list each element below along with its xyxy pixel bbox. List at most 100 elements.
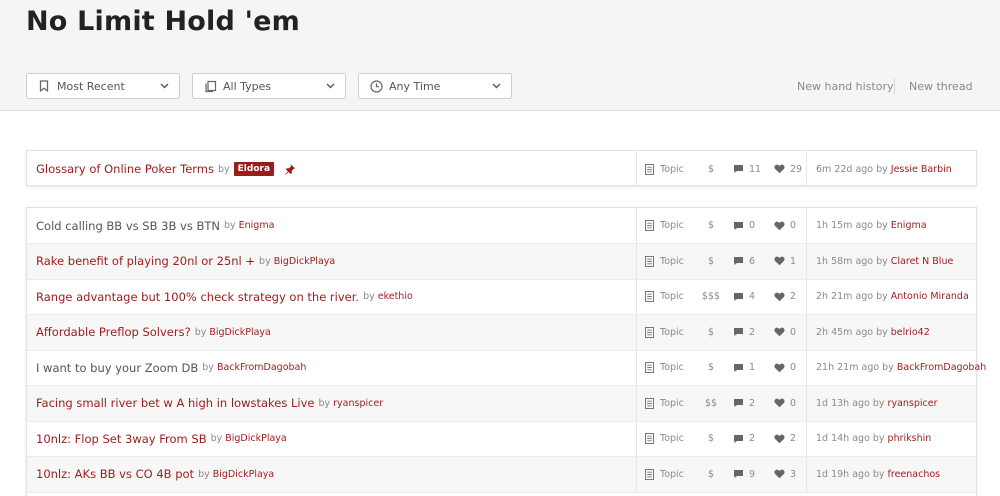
by-label: by (872, 468, 885, 480)
column-divider (806, 151, 807, 187)
type-dropdown[interactable]: All Types (192, 73, 346, 99)
column-divider (806, 457, 807, 492)
thread-title[interactable]: Glossary of Online Poker Terms (36, 162, 214, 176)
by-label: by (194, 326, 207, 338)
thread-author[interactable]: ekethio (378, 291, 413, 302)
last-poster[interactable]: belrio42 (891, 327, 930, 338)
thread-type: Topic (660, 326, 684, 338)
comment-icon (733, 327, 744, 337)
by-label: by (363, 291, 375, 303)
chevron-down-icon (325, 81, 335, 91)
thread-title[interactable]: Range advantage but 100% check strategy … (36, 290, 359, 304)
comment-icon (733, 398, 744, 408)
last-activity-time: 2h 45m ago (816, 326, 874, 338)
clock-icon (369, 79, 383, 93)
last-activity-time: 1d 19h ago (816, 468, 870, 480)
thread-price: $ (707, 433, 715, 445)
thread-price: $ (707, 362, 715, 374)
last-poster[interactable]: Enigma (891, 220, 927, 231)
reply-count: 9 (749, 468, 756, 480)
thread-type: Topic (660, 163, 684, 175)
type-dropdown-value: All Types (223, 79, 272, 93)
by-label: by (876, 220, 888, 231)
column-divider (806, 315, 807, 350)
pinned-thread-panel: Glossary of Online Poker Terms by Eldora… (26, 150, 977, 187)
thread-title[interactable]: Rake benefit of playing 20nl or 25nl + (36, 254, 255, 268)
by-label: by (872, 397, 885, 409)
last-poster[interactable]: BackFromDagobah (897, 362, 986, 373)
chevron-down-icon (491, 81, 501, 91)
column-divider (806, 421, 807, 456)
heart-icon (774, 256, 785, 266)
document-icon (645, 163, 654, 175)
thread-list: Cold calling BB vs SB 3B vs BTN by Enigm… (26, 207, 986, 496)
thread-title[interactable]: I want to buy your Zoom DB (36, 361, 198, 375)
column-divider (806, 208, 807, 243)
last-poster[interactable]: phrikshin (888, 433, 932, 444)
thread-author[interactable]: BigDickPlaya (213, 469, 275, 480)
last-activity-time: 2h 21m ago (816, 291, 874, 303)
thread-title[interactable]: Affordable Preflop Solvers? (36, 325, 191, 339)
thread-type: Topic (660, 468, 684, 480)
like-count: 2 (790, 291, 797, 303)
thread-title[interactable]: 10nlz: Flop Set 3way From SB (36, 432, 207, 446)
time-dropdown[interactable]: Any Time (358, 73, 512, 99)
document-icon (645, 291, 654, 303)
heart-icon (774, 327, 785, 337)
by-label: by (876, 163, 888, 175)
thread-row: Cold calling BB vs SB 3B vs BTN by Enigm… (27, 208, 976, 244)
document-icon (645, 220, 654, 231)
thread-row: 10nlz: AKs BB vs CO 4B pot by BigDickPla… (27, 457, 976, 493)
thread-author[interactable]: Enigma (239, 220, 275, 231)
sort-dropdown[interactable]: Most Recent (26, 73, 180, 99)
comment-icon (733, 256, 744, 266)
last-poster[interactable]: ryanspicer (888, 398, 938, 409)
thread-price: $ (707, 163, 715, 175)
by-label: by (872, 433, 885, 445)
like-count: 0 (790, 397, 797, 409)
reply-count: 2 (749, 397, 756, 409)
column-divider (636, 350, 637, 385)
by-label: by (218, 163, 230, 175)
thread-author[interactable]: BigDickPlaya (209, 327, 271, 338)
thread-price: $ (707, 255, 715, 267)
thread-title[interactable]: 10nlz: AKs BB vs CO 4B pot (36, 467, 194, 481)
pin-icon (284, 163, 296, 175)
last-poster[interactable]: Claret N Blue (891, 256, 954, 267)
thread-title[interactable]: Facing small river bet w A high in lowst… (36, 396, 314, 410)
by-label: by (202, 362, 214, 374)
author-badge[interactable]: Eldora (233, 162, 275, 176)
thread-author[interactable]: BigDickPlaya (225, 433, 287, 444)
like-count: 0 (790, 326, 797, 338)
last-poster[interactable]: freenachos (888, 469, 941, 480)
new-thread-link[interactable]: New thread (909, 80, 973, 93)
last-activity-time: 1h 15m ago (816, 220, 874, 231)
reply-count: 2 (749, 326, 756, 338)
by-label: by (259, 255, 271, 267)
reply-count: 6 (749, 255, 756, 267)
like-count: 0 (790, 220, 797, 231)
thread-author[interactable]: BackFromDagobah (217, 362, 306, 373)
column-divider (636, 208, 637, 243)
last-poster[interactable]: Jessie Barbin (891, 164, 952, 175)
thread-type: Topic (660, 291, 684, 303)
new-hand-history-link[interactable]: New hand history (797, 80, 894, 93)
thread-price: $$$ (701, 291, 721, 303)
last-poster[interactable]: Antonio Miranda (891, 291, 969, 302)
thread-author[interactable]: BigDickPlaya (274, 256, 336, 267)
thread-row: Affordable Preflop Solvers? by BigDickPl… (27, 315, 976, 351)
column-divider (636, 386, 637, 421)
thread-title[interactable]: Cold calling BB vs SB 3B vs BTN (36, 219, 220, 233)
sort-dropdown-value: Most Recent (57, 79, 125, 93)
like-count: 1 (790, 255, 797, 267)
thread-row: 10nlz: Flop Set 3way From SB by BigDickP… (27, 421, 976, 457)
link-divider (894, 78, 895, 94)
heart-icon (774, 164, 785, 174)
thread-author[interactable]: ryanspicer (333, 398, 383, 409)
thread-price: $ (707, 326, 715, 338)
column-divider (806, 386, 807, 421)
by-label: by (210, 433, 223, 445)
last-activity-time: 21h 21m ago (816, 362, 880, 374)
heart-icon (774, 469, 785, 479)
thread-type: Topic (660, 255, 684, 267)
